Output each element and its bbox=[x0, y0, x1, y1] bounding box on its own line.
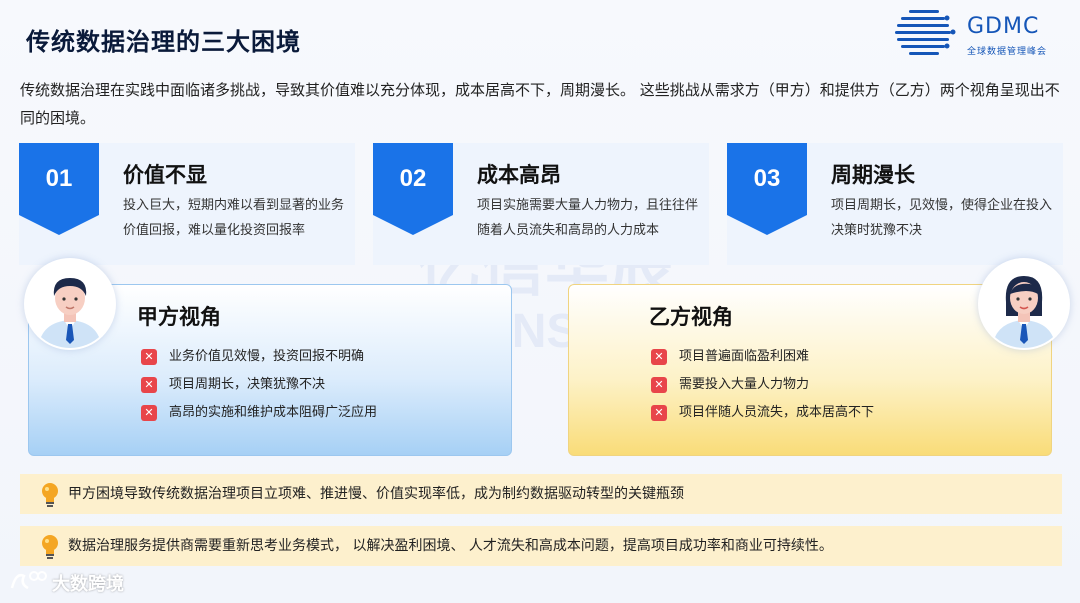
lightbulb-icon bbox=[42, 483, 58, 507]
x-mark-icon: ✕ bbox=[141, 405, 157, 421]
insight-note-2: 数据治理服务提供商需要重新思考业务模式， 以解决盈利困境、 人才流失和高成本问题… bbox=[20, 526, 1062, 566]
card-title: 价值不显 bbox=[123, 163, 207, 187]
intro-paragraph: 传统数据治理在实践中面临诸多挑战，导致其价值难以充分体现，成本居高不下，周期漫长… bbox=[20, 81, 1060, 127]
card-description: 项目周期长，见效慢，使得企业在投入决策时犹豫不决 bbox=[831, 198, 1053, 238]
lightbulb-icon bbox=[42, 535, 58, 559]
x-mark-icon: ✕ bbox=[651, 377, 667, 393]
card-number: 03 bbox=[753, 165, 781, 192]
card-number: 02 bbox=[399, 165, 427, 192]
logo-subtitle: 全球数据管理峰会 bbox=[967, 47, 1048, 57]
challenge-card-2: 02 成本高昂 项目实施需要大量人力物力，且往往伴随着人员流失和高昂的人力成本 bbox=[373, 143, 709, 265]
insight-note-text: 数据治理服务提供商需要重新思考业务模式， 以解决盈利困境、 人才流失和高成本问题… bbox=[68, 538, 833, 554]
globe-logo-icon bbox=[895, 10, 956, 55]
x-mark-icon: ✕ bbox=[141, 377, 157, 393]
card-title: 周期漫长 bbox=[831, 163, 915, 187]
footer-brand-text: 大数跨境 bbox=[52, 574, 124, 595]
list-item: ✕ 项目周期长，决策犹豫不决 bbox=[141, 371, 377, 399]
x-mark-icon: ✕ bbox=[651, 405, 667, 421]
insight-note-text: 甲方困境导致传统数据治理项目立项难、推进慢、价值实现率低，成为制约数据驱动转型的… bbox=[68, 486, 684, 502]
male-avatar-icon bbox=[24, 258, 116, 350]
vendor-issue-list: ✕ 项目普遍面临盈利困难 ✕ 需要投入大量人力物力 ✕ 项目伴随人员流失，成本居高不下 bbox=[651, 343, 874, 427]
vendor-perspective-title: 乙方视角 bbox=[649, 305, 733, 329]
client-perspective-title: 甲方视角 bbox=[137, 305, 221, 329]
list-item: ✕ 高昂的实施和维护成本阻碍广泛应用 bbox=[141, 399, 377, 427]
list-item: ✕ 项目普遍面临盈利困难 bbox=[651, 343, 874, 371]
gdmc-logo: GDMC 全球数据管理峰会 bbox=[895, 6, 1075, 66]
list-item: ✕ 业务价值见效慢，投资回报不明确 bbox=[141, 343, 377, 371]
page-title: 传统数据治理的三大困境 bbox=[26, 28, 301, 56]
card-number: 01 bbox=[45, 165, 73, 192]
list-item: ✕ 项目伴随人员流失，成本居高不下 bbox=[651, 399, 874, 427]
insight-note-1: 甲方困境导致传统数据治理项目立项难、推进慢、价值实现率低，成为制约数据驱动转型的… bbox=[20, 474, 1062, 514]
x-mark-icon: ✕ bbox=[141, 349, 157, 365]
card-title: 成本高昂 bbox=[477, 163, 561, 187]
footer-brand: 大数跨境 bbox=[8, 566, 124, 600]
brand-logo-icon bbox=[10, 571, 47, 590]
logo-name: GDMC bbox=[967, 14, 1040, 39]
x-mark-icon: ✕ bbox=[651, 349, 667, 365]
client-issue-list: ✕ 业务价值见效慢，投资回报不明确 ✕ 项目周期长，决策犹豫不决 ✕ 高昂的实施和维护… bbox=[141, 343, 377, 427]
list-item: ✕ 需要投入大量人力物力 bbox=[651, 371, 874, 399]
card-description: 投入巨大，短期内难以看到显著的业务价值回报，难以量化投资回报率 bbox=[123, 198, 345, 238]
challenge-card-3: 03 周期漫长 项目周期长，见效慢，使得企业在投入决策时犹豫不决 bbox=[727, 143, 1063, 265]
female-avatar-icon bbox=[978, 258, 1070, 350]
challenge-card-1: 01 价值不显 投入巨大，短期内难以看到显著的业务价值回报，难以量化投资回报率 bbox=[19, 143, 355, 265]
card-description: 项目实施需要大量人力物力，且往往伴随着人员流失和高昂的人力成本 bbox=[477, 198, 699, 238]
